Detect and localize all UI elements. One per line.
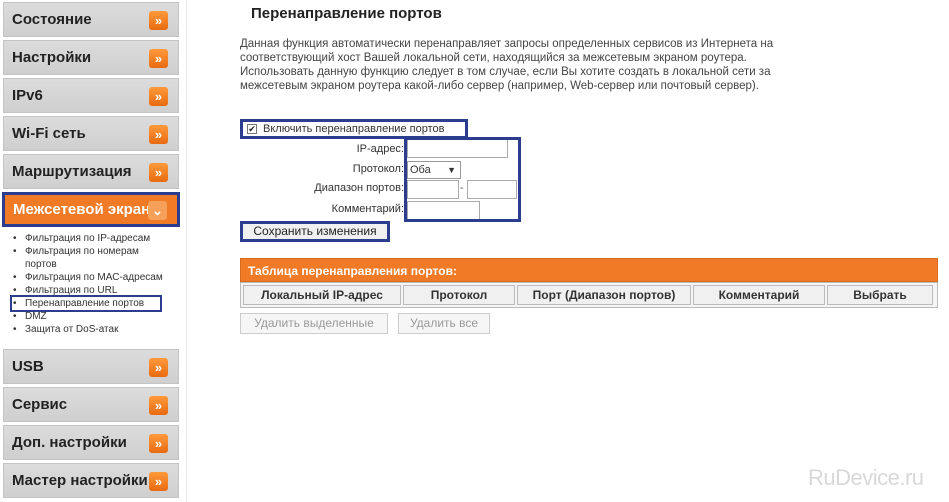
submenu-url-filter[interactable]: Фильтрация по URL bbox=[12, 284, 184, 297]
page-description: Данная функция автоматически перенаправл… bbox=[240, 38, 774, 92]
menu-ipv6[interactable]: IPv6 » bbox=[3, 78, 179, 113]
submenu-ip-filter[interactable]: Фильтрация по IP-адресам bbox=[12, 232, 184, 245]
table-title: Таблица перенаправления портов: bbox=[240, 258, 938, 282]
protocol-label: Протокол: bbox=[352, 163, 404, 175]
menu-status[interactable]: Состояние » bbox=[3, 2, 179, 37]
chevron-right-icon: » bbox=[149, 396, 168, 415]
sidebar: Состояние » Настройки » IPv6 » Wi-Fi сет… bbox=[0, 0, 185, 502]
submenu-mac-filter[interactable]: Фильтрация по МАС-адресам bbox=[12, 271, 184, 284]
chevron-right-icon: » bbox=[149, 125, 168, 144]
comment-label: Комментарий: bbox=[331, 203, 404, 215]
page-title: Перенаправление портов bbox=[251, 5, 442, 22]
chevron-right-icon: » bbox=[149, 163, 168, 182]
delete-selected-button[interactable]: Удалить выделенные bbox=[240, 313, 388, 334]
column-port-range: Порт (Диапазон портов) bbox=[517, 285, 691, 305]
chevron-right-icon: » bbox=[149, 472, 168, 491]
column-protocol: Протокол bbox=[403, 285, 515, 305]
ip-label: IP-адрес: bbox=[356, 143, 404, 155]
menu-usb[interactable]: USB » bbox=[3, 349, 179, 384]
watermark: RuDevice.ru bbox=[808, 465, 924, 490]
menu-settings[interactable]: Настройки » bbox=[3, 40, 179, 75]
chevron-right-icon: » bbox=[149, 49, 168, 68]
column-comment: Комментарий bbox=[693, 285, 825, 305]
menu-routing[interactable]: Маршрутизация » bbox=[3, 154, 179, 189]
chevron-right-icon: » bbox=[149, 358, 168, 377]
menu-label: Wi-Fi сеть bbox=[12, 125, 86, 142]
menu-label: Маршрутизация bbox=[12, 163, 132, 180]
menu-label: Доп. настройки bbox=[12, 434, 127, 451]
chevron-down-icon: ⌄ bbox=[148, 201, 167, 220]
enable-label: Включить перенаправление портов bbox=[263, 123, 445, 135]
checkbox-icon[interactable]: ✔ bbox=[247, 124, 257, 134]
firewall-submenu: Фильтрация по IP-адресам Фильтрация по н… bbox=[10, 232, 184, 336]
column-local-ip: Локальный IP-адрес bbox=[243, 285, 401, 305]
menu-firewall[interactable]: Межсетевой экран ⌄ bbox=[2, 192, 180, 227]
chevron-right-icon: » bbox=[149, 87, 168, 106]
submenu-port-forwarding[interactable]: Перенаправление портов bbox=[10, 295, 162, 312]
column-select: Выбрать bbox=[827, 285, 933, 305]
fields-highlight bbox=[404, 137, 521, 222]
menu-label: IPv6 bbox=[12, 87, 43, 104]
chevron-right-icon: » bbox=[149, 11, 168, 30]
delete-all-button[interactable]: Удалить все bbox=[398, 313, 490, 334]
menu-wizard[interactable]: Мастер настройки » bbox=[3, 463, 179, 498]
menu-label: Состояние bbox=[12, 11, 92, 28]
save-button[interactable]: Сохранить изменения bbox=[240, 221, 390, 242]
sidebar-divider bbox=[186, 0, 187, 502]
menu-label: Сервис bbox=[12, 396, 68, 413]
enable-port-forwarding[interactable]: ✔ Включить перенаправление портов bbox=[240, 119, 468, 139]
menu-label: Настройки bbox=[12, 49, 92, 66]
menu-label: Мастер настройки bbox=[12, 472, 148, 489]
menu-service[interactable]: Сервис » bbox=[3, 387, 179, 422]
submenu-port-filter[interactable]: Фильтрация по номерам портов bbox=[12, 245, 162, 271]
menu-advanced[interactable]: Доп. настройки » bbox=[3, 425, 179, 460]
port-range-label: Диапазон портов: bbox=[314, 182, 404, 194]
submenu-dos-protection[interactable]: Защита от DoS-атак bbox=[12, 323, 184, 336]
submenu-dmz[interactable]: DMZ bbox=[12, 310, 184, 323]
menu-wifi[interactable]: Wi-Fi сеть » bbox=[3, 116, 179, 151]
chevron-right-icon: » bbox=[149, 434, 168, 453]
table-header-row: Локальный IP-адрес Протокол Порт (Диапаз… bbox=[240, 282, 938, 308]
menu-label: USB bbox=[12, 358, 44, 375]
menu-label: Межсетевой экран bbox=[13, 201, 151, 218]
